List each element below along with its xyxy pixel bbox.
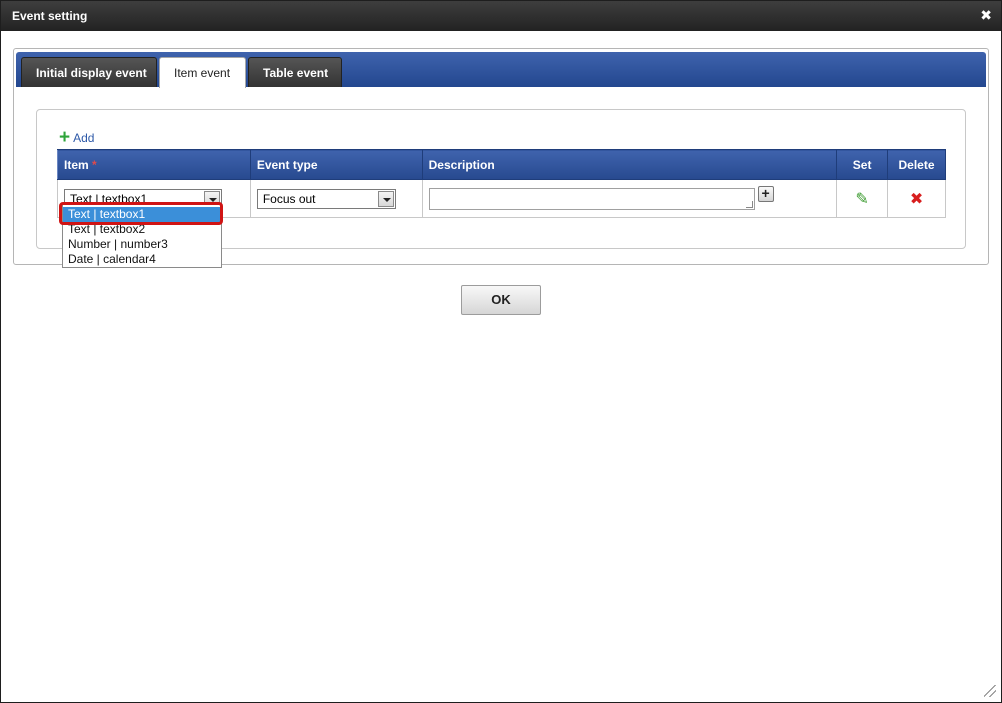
tab-item-event[interactable]: Item event: [159, 57, 246, 88]
header-set: Set: [836, 149, 889, 180]
close-icon[interactable]: ✖: [980, 8, 992, 22]
tab-table-event[interactable]: Table event: [248, 57, 342, 87]
event-type-select[interactable]: Focus out: [256, 188, 396, 209]
tab-initial-display-event[interactable]: Initial display event: [21, 57, 157, 87]
required-mark: *: [92, 157, 97, 172]
cell-set: ✎: [836, 179, 889, 218]
cell-description: +: [421, 179, 838, 218]
cell-event-type: Focus out: [249, 179, 423, 218]
chevron-down-icon[interactable]: [377, 190, 394, 207]
header-event-type: Event type: [249, 149, 423, 180]
expand-description-button[interactable]: +: [757, 185, 774, 202]
tab-bar: Initial display event Item event Table e…: [16, 52, 986, 88]
description-textarea[interactable]: [428, 187, 755, 210]
dropdown-option[interactable]: Text | textbox1: [63, 207, 221, 222]
event-type-select-value: Focus out: [262, 191, 316, 206]
dropdown-option[interactable]: Date | calendar4: [63, 252, 221, 267]
header-item: Item *: [57, 149, 251, 180]
add-label: Add: [73, 131, 95, 145]
header-description: Description: [421, 149, 838, 180]
ok-button[interactable]: OK: [461, 285, 541, 315]
add-button[interactable]: + Add: [59, 127, 95, 148]
plus-icon: +: [59, 127, 71, 148]
dialog-titlebar: Event setting ✖: [1, 1, 1001, 31]
event-setting-dialog: Event setting ✖ Initial display event It…: [0, 0, 1002, 703]
table-header-row: Item * Event type Description Set Delete: [57, 149, 946, 180]
resize-grip-icon[interactable]: [984, 685, 996, 697]
pencil-icon[interactable]: ✎: [855, 191, 868, 208]
dialog-title: Event setting: [12, 9, 88, 23]
item-dropdown-list: Text | textbox1 Text | textbox2 Number |…: [62, 203, 222, 268]
dropdown-option[interactable]: Text | textbox2: [63, 222, 221, 237]
dropdown-option[interactable]: Number | number3: [63, 237, 221, 252]
description-wrap: +: [428, 185, 831, 210]
cell-delete: ✖: [887, 179, 946, 218]
header-delete: Delete: [887, 149, 946, 180]
delete-x-icon[interactable]: ✖: [910, 191, 923, 208]
